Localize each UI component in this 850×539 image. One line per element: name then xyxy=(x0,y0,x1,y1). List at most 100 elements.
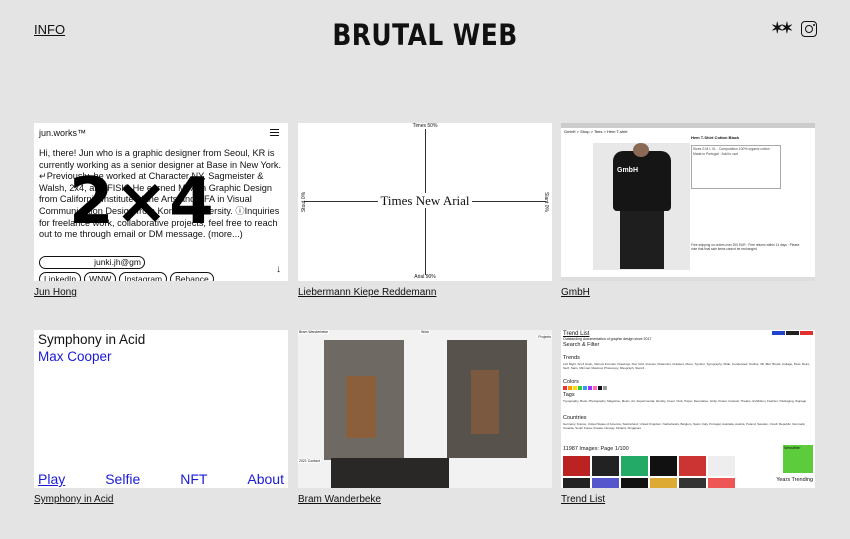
axis-bottom-label: Arial 90% xyxy=(414,274,436,280)
grid-image xyxy=(679,478,706,488)
card-bram: Bram Wanderbeke Work Projects 2021 Conta… xyxy=(298,330,552,505)
sparkle-icon[interactable]: ✶✶ xyxy=(771,21,793,37)
trends-text: Left Right, Sci-fi Grain, Various Format… xyxy=(563,362,811,370)
model-legs xyxy=(620,209,664,269)
swatch xyxy=(573,386,577,390)
newsletter-label: Newsletter xyxy=(784,446,801,450)
countries-text: Germany, France, United States of Americ… xyxy=(563,422,806,430)
axis-left-label: Stout 0% xyxy=(301,191,308,213)
grid-image xyxy=(679,456,706,476)
grid-image xyxy=(621,478,648,488)
swatch xyxy=(568,386,572,390)
swatch xyxy=(598,386,602,390)
site-name: jun.works™ xyxy=(39,128,87,138)
card-caption[interactable]: Bram Wanderbeke xyxy=(298,494,552,505)
album-title: Symphony in Acid xyxy=(38,332,146,347)
grid-image xyxy=(650,478,677,488)
card-symphony: Symphony in Acid Max Cooper Play Selfie … xyxy=(34,330,288,505)
card-trend-list: Trend List Outstanding documentation of … xyxy=(561,330,815,505)
center-label: Times New Arial xyxy=(378,193,472,208)
card-caption[interactable]: GmbH xyxy=(561,287,815,298)
countries-heading: Countries xyxy=(563,415,587,421)
footer-bar xyxy=(561,277,815,281)
tshirt-shape xyxy=(613,151,671,211)
grid-image xyxy=(621,456,648,476)
image-count: 11987 Images: Page 1/100 xyxy=(563,446,629,452)
axis-right-label: Slant 0% xyxy=(542,191,549,213)
sculpture-photo-2 xyxy=(447,340,527,458)
product-title: Hem T-Shirt Cotton Black xyxy=(691,135,740,140)
grid-image xyxy=(708,478,735,488)
social-pills: LinkedIn WNW Instagram Behance xyxy=(39,272,214,281)
card-caption[interactable]: Trend List xyxy=(561,494,815,505)
btn-dark xyxy=(786,331,799,335)
card-caption[interactable]: Liebermann Kiepe Reddemann xyxy=(298,287,552,298)
center-text: Times New Arial xyxy=(298,193,552,209)
thumbnail[interactable]: Symphony in Acid Max Cooper Play Selfie … xyxy=(34,330,288,488)
card-liebermann: Times New Arial Times 50% Arial 90% Stou… xyxy=(298,123,552,298)
menu-icon xyxy=(270,129,279,136)
grid-image xyxy=(650,456,677,476)
swatch xyxy=(583,386,587,390)
product-form: Sizes S M L XL · Composition 100% organi… xyxy=(691,145,781,189)
grid-image xyxy=(563,478,590,488)
product-photo: GmbH xyxy=(593,143,690,270)
color-swatches xyxy=(563,386,607,390)
image-grid xyxy=(563,456,735,488)
tags-heading: Tags xyxy=(563,392,575,398)
thumbnail[interactable]: Times New Arial Times 50% Arial 90% Stou… xyxy=(298,123,552,281)
nav-selfie[interactable]: Selfie xyxy=(105,471,140,487)
card-caption[interactable]: Jun Hong xyxy=(34,287,288,298)
sculpture-shape xyxy=(346,376,376,438)
search-heading: Search & Filter xyxy=(563,342,600,348)
nav-play[interactable]: Play xyxy=(38,471,65,487)
thumbnail[interactable]: Bram Wanderbeke Work Projects 2021 Conta… xyxy=(298,330,552,488)
artist-name: Max Cooper xyxy=(38,349,112,364)
thumbnail[interactable]: Trend List Outstanding documentation of … xyxy=(561,330,815,488)
card-jun-hong: jun.works™ Hi, there! Jun who is a graph… xyxy=(34,123,288,298)
breadcrumb: GmbH > Shop > Tees > Hem T-shirt xyxy=(564,129,628,134)
newsletter-box[interactable]: Newsletter xyxy=(783,445,813,473)
pill-behance: Behance xyxy=(170,272,214,281)
browser-bar xyxy=(561,123,815,128)
grid-image xyxy=(563,456,590,476)
email-pill: junki.jh@gm xyxy=(39,256,145,269)
site-title: BRUTAL WEB xyxy=(332,18,518,52)
grid-image xyxy=(708,456,735,476)
header-buttons xyxy=(772,331,813,335)
tag-contact: 2021 Contact xyxy=(298,459,321,463)
tag-name: Bram Wanderbeke xyxy=(298,330,330,334)
colors-heading: Colors xyxy=(563,379,579,385)
pill-instagram: Instagram xyxy=(119,272,168,281)
tag-projects: Projects xyxy=(537,335,552,339)
subtitle: Outstanding documentation of graphic des… xyxy=(563,337,652,341)
instagram-icon[interactable] xyxy=(801,21,817,37)
thumbnail[interactable]: GmbH > Shop > Tees > Hem T-shirt GmbH He… xyxy=(561,123,815,281)
grid-image xyxy=(592,478,619,488)
pill-wnw: WNW xyxy=(84,272,117,281)
nav-about[interactable]: About xyxy=(247,471,284,487)
product-notes: Free shipping on orders over 200 EUR · F… xyxy=(691,243,800,252)
btn-red xyxy=(800,331,813,335)
btn-blue xyxy=(772,331,785,335)
header-icons: ✶✶ xyxy=(771,21,817,37)
site-nav: Play Selfie NFT About xyxy=(38,471,284,487)
axis-top-label: Times 50% xyxy=(412,123,438,129)
shirt-print: GmbH xyxy=(617,167,638,174)
swatch xyxy=(578,386,582,390)
overlay-text: 2×4 xyxy=(69,165,215,239)
model-head xyxy=(633,143,649,157)
thumbnail[interactable]: jun.works™ Hi, there! Jun who is a graph… xyxy=(34,123,288,281)
grid-image xyxy=(592,456,619,476)
pill-linkedin: LinkedIn xyxy=(39,272,82,281)
nav-nft[interactable]: NFT xyxy=(180,471,207,487)
swatch xyxy=(593,386,597,390)
card-caption[interactable]: Symphony in Acid xyxy=(34,494,288,505)
tags-text: Typography, Book, Photography, Magazine,… xyxy=(563,399,807,403)
swatch xyxy=(563,386,567,390)
swatch xyxy=(588,386,592,390)
years-heading: Years Trending xyxy=(776,477,813,483)
sculpture-photo-3 xyxy=(331,458,449,488)
tag-work: Work xyxy=(420,330,431,334)
swatch xyxy=(603,386,607,390)
